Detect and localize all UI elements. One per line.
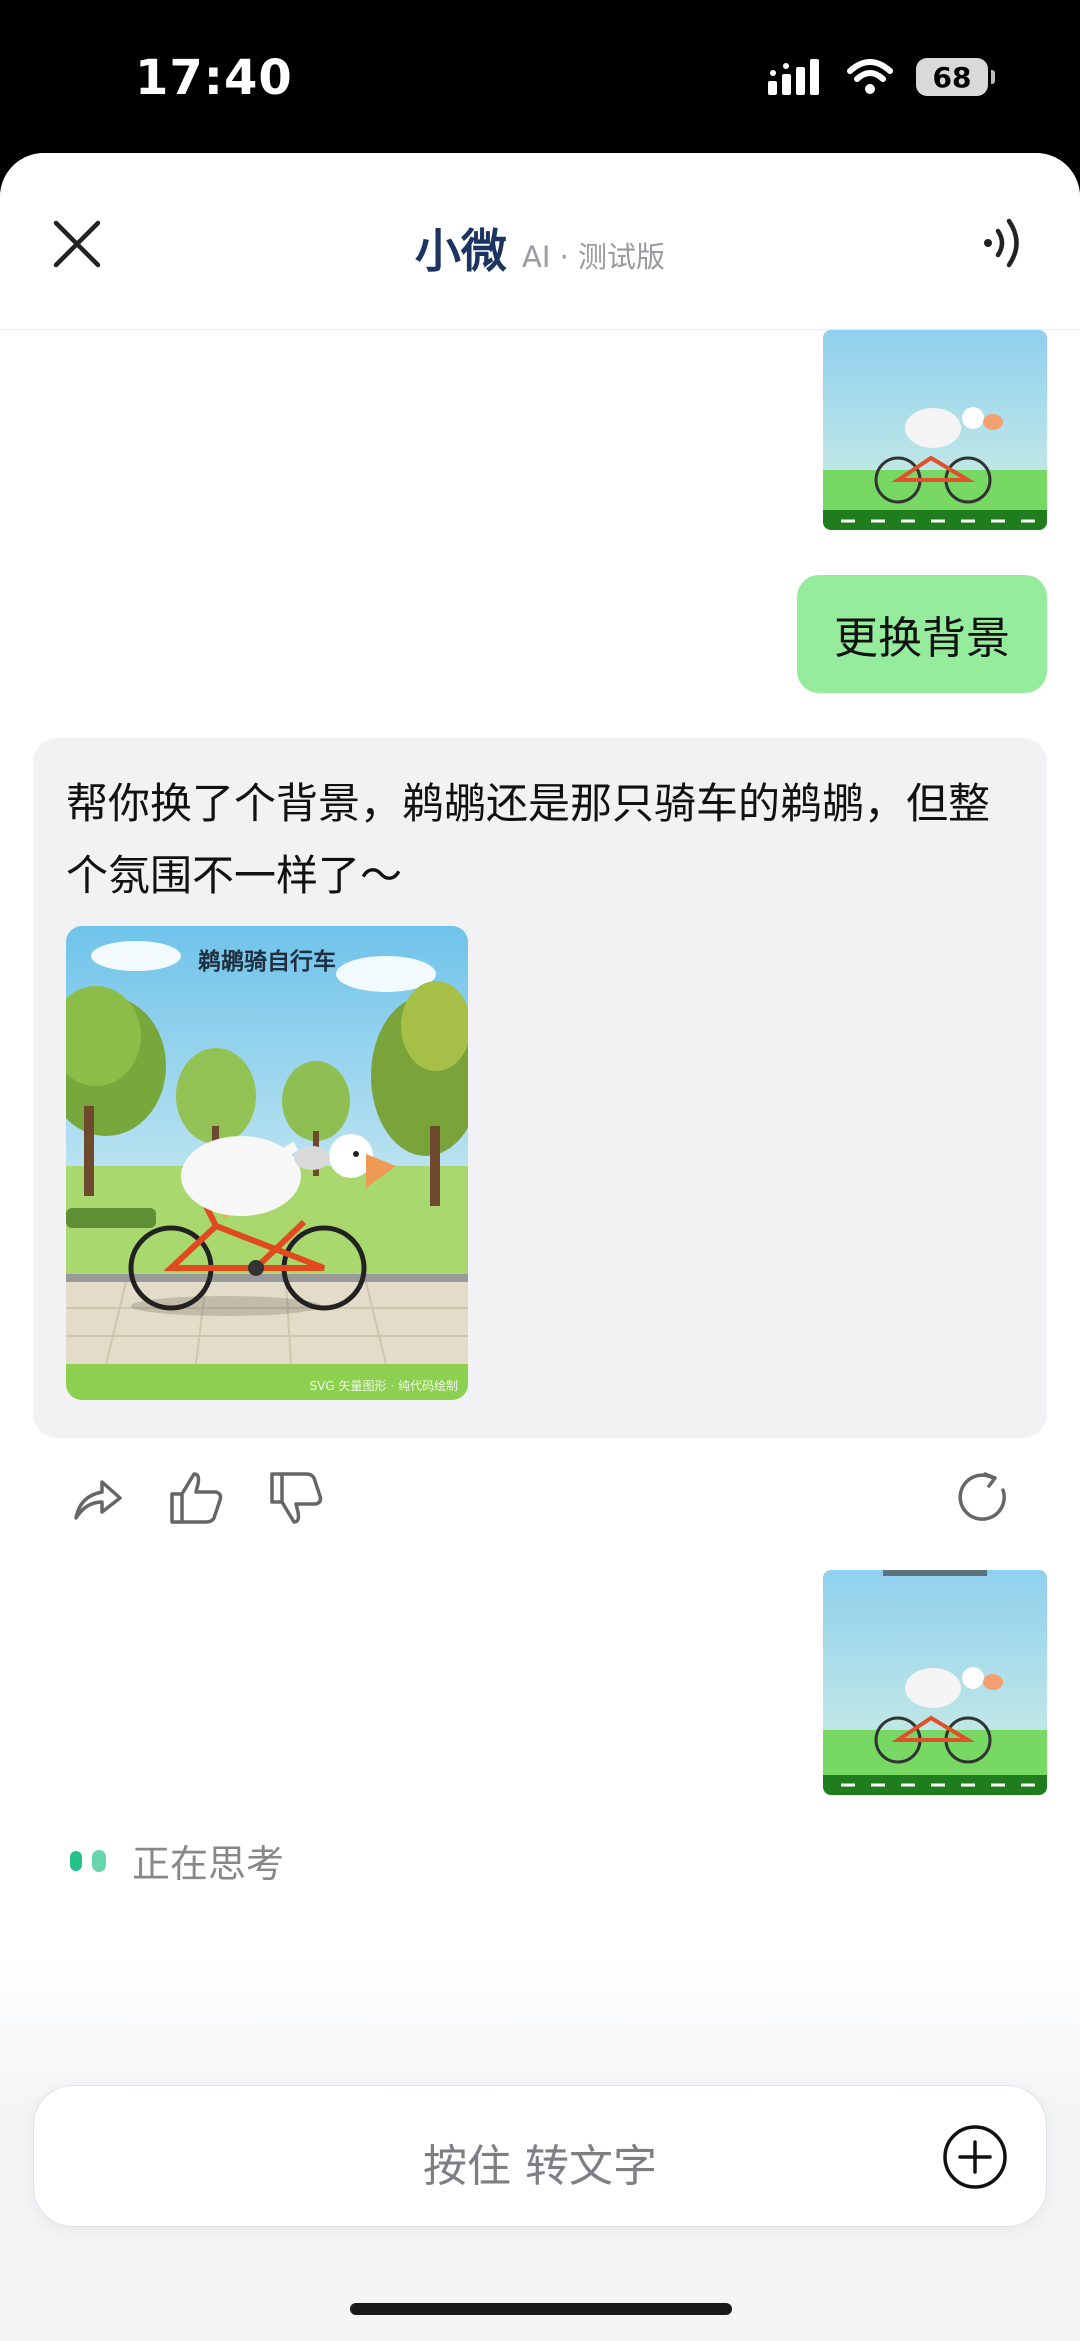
voice-input-bar[interactable]: 按住 转文字 [33, 2085, 1047, 2227]
thinking-label: 正在思考 [132, 1842, 285, 1886]
header: 小微 AI · 测试版 [0, 153, 1080, 330]
share-icon[interactable] [66, 1468, 126, 1528]
thinking-dot [70, 1850, 82, 1871]
pelican-bike-image [823, 330, 1047, 530]
thinking-dot [92, 1849, 106, 1872]
message-action-bar [0, 1468, 1080, 1538]
pelican-bike-image [823, 1570, 1047, 1795]
status-bar: 17:40 68 [0, 0, 1080, 155]
thumbs-down-icon[interactable] [266, 1468, 326, 1528]
status-icons: 68 [768, 58, 995, 96]
status-time: 17:40 [135, 50, 293, 106]
sent-image-thumbnail[interactable] [823, 1570, 1047, 1795]
image-credit: SVG 矢量图形 · 纯代码绘制 [309, 1379, 458, 1393]
image-title: 鹈鹕骑自行车 [198, 949, 336, 975]
hold-to-talk-label[interactable]: 按住 转文字 [34, 2130, 1046, 2194]
plus-icon[interactable] [942, 2124, 1008, 2190]
sent-image-thumbnail[interactable] [823, 330, 1047, 530]
page-subtitle: AI · 测试版 [522, 240, 666, 274]
wifi-icon [847, 59, 893, 94]
ai-message-card: 帮你换了个背景，鹈鹕还是那只骑车的鹈鹕，但整个氛围不一样了～ 鹈鹕骑自行车 SV… [33, 738, 1047, 1438]
signal-icon [768, 59, 819, 95]
ai-message-text: 帮你换了个背景，鹈鹕还是那只骑车的鹈鹕，但整个氛围不一样了～ [66, 779, 991, 900]
pelican-park-illustration [66, 926, 468, 1400]
page-title: 小微 [414, 224, 507, 278]
header-title-group: 小微 AI · 测试版 [0, 215, 1080, 281]
ai-generated-image[interactable]: 鹈鹕骑自行车 SVG 矢量图形 · 纯代码绘制 [66, 926, 468, 1400]
home-indicator [350, 2303, 732, 2315]
thumbs-up-icon[interactable] [166, 1468, 226, 1528]
thinking-indicator: 正在思考 [70, 1833, 284, 1888]
speaker-icon[interactable] [982, 215, 1026, 271]
refresh-icon[interactable] [955, 1468, 1015, 1528]
chat-sheet: 小微 AI · 测试版 更换背景 帮你换了个背景，鹈鹕还是那只骑车的鹈鹕，但整个… [0, 153, 1080, 2341]
user-message-bubble[interactable]: 更换背景 [797, 575, 1047, 693]
battery-icon: 68 [916, 58, 995, 96]
